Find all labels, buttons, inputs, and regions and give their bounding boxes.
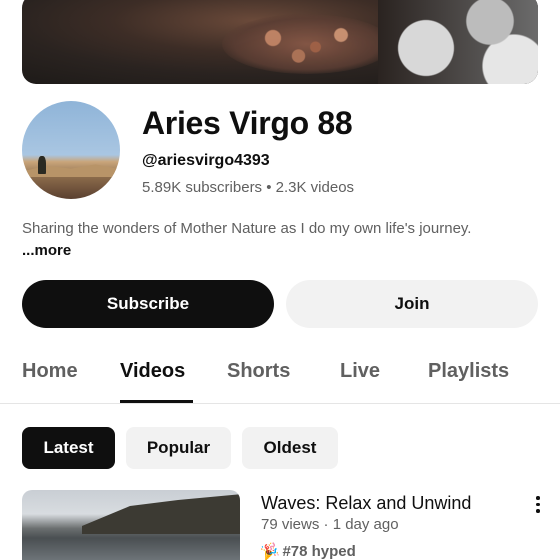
video-title[interactable]: Waves: Relax and Unwind xyxy=(261,493,471,514)
video-hype-badge: 🎉 #78 hyped xyxy=(258,540,356,560)
avatar-landscape xyxy=(22,164,120,177)
kebab-menu-icon[interactable] xyxy=(527,494,547,514)
banner-pebbles-art xyxy=(222,14,392,74)
channel-avatar[interactable] xyxy=(22,101,120,199)
stats-separator: • xyxy=(262,179,276,196)
tab-playlists[interactable]: Playlists xyxy=(428,360,509,383)
avatar-tree xyxy=(38,156,46,174)
video-count: 2.3K videos xyxy=(275,179,355,196)
subscriber-count: 5.89K subscribers xyxy=(142,179,263,196)
tab-shorts[interactable]: Shorts xyxy=(227,360,290,383)
filter-chip-popular[interactable]: Popular xyxy=(126,427,231,469)
channel-stats[interactable]: 5.89K subscribers • 2.3K videos xyxy=(142,179,354,196)
filter-chip-oldest[interactable]: Oldest xyxy=(242,427,338,469)
tab-home[interactable]: Home xyxy=(22,360,78,383)
subscribe-button[interactable]: Subscribe xyxy=(22,280,274,328)
channel-handle: @ariesvirgo4393 xyxy=(142,152,270,169)
video-thumbnail[interactable] xyxy=(22,490,240,560)
banner-rocks-art xyxy=(378,0,538,84)
filter-chip-latest[interactable]: Latest xyxy=(22,427,115,469)
description-more-link[interactable]: ...more xyxy=(22,242,71,259)
join-button[interactable]: Join xyxy=(286,280,538,328)
active-tab-indicator xyxy=(120,400,193,403)
channel-description[interactable]: Sharing the wonders of Mother Nature as … xyxy=(22,218,522,262)
thumbnail-cliff xyxy=(82,494,240,534)
video-meta: 79 views · 1 day ago xyxy=(261,516,399,533)
hype-icon: 🎉 xyxy=(258,540,281,560)
channel-name: Aries Virgo 88 xyxy=(142,105,353,141)
hype-label: #78 hyped xyxy=(282,543,356,560)
channel-banner xyxy=(22,0,538,84)
tab-videos[interactable]: Videos xyxy=(120,360,185,383)
channel-tabs: Home Videos Shorts Live Playlists xyxy=(0,356,560,404)
description-text: Sharing the wonders of Mother Nature as … xyxy=(22,220,472,237)
tab-live[interactable]: Live xyxy=(340,360,380,383)
